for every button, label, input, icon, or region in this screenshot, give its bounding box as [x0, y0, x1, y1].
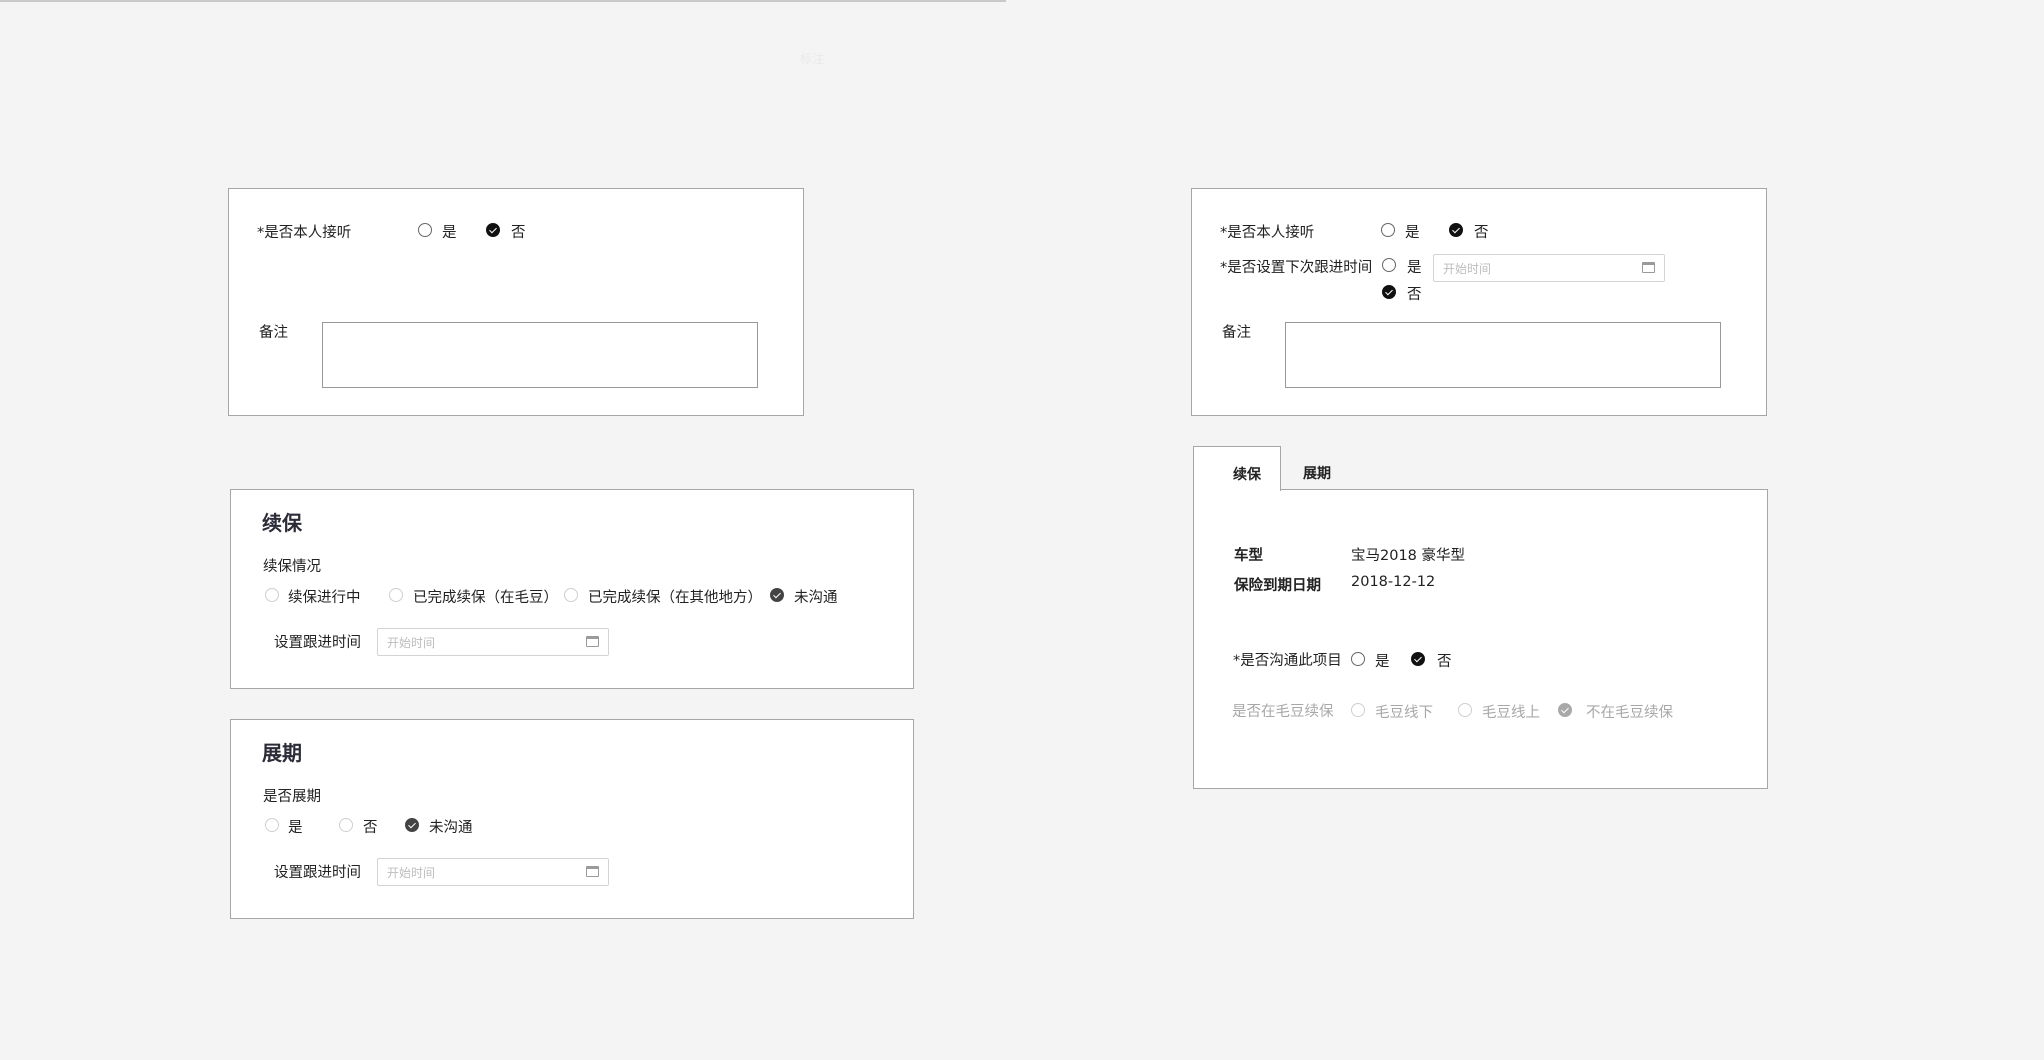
maodou-option-radio-selected[interactable]	[1558, 703, 1572, 717]
date-placeholder: 开始时间	[387, 636, 436, 650]
maodou-option-label: 毛豆线下	[1375, 705, 1433, 721]
renewal-title: 续保	[262, 511, 302, 535]
date-placeholder: 开始时间	[1443, 262, 1492, 276]
next-followup-no-radio[interactable]	[1382, 285, 1396, 299]
next-followup-yes-label: 是	[1407, 260, 1422, 276]
answer-no-radio[interactable]	[1449, 223, 1463, 237]
tab-renewal[interactable]: 续保	[1193, 446, 1281, 491]
car-model-value: 宝马2018 豪华型	[1351, 548, 1466, 564]
renewal-option-radio[interactable]	[265, 588, 279, 602]
renewal-option-radio[interactable]	[564, 588, 578, 602]
remark-label: 备注	[1222, 325, 1251, 341]
call-result-panel: *是否本人接听 是 否 备注	[228, 188, 804, 416]
renewal-status-label: 续保情况	[263, 559, 321, 575]
remark-textarea[interactable]	[1285, 322, 1721, 388]
extension-option-label: 未沟通	[429, 820, 473, 836]
date-placeholder: 开始时间	[387, 866, 436, 880]
extension-option-label: 否	[363, 820, 378, 836]
next-followup-yes-radio[interactable]	[1382, 258, 1396, 272]
answer-label: *是否本人接听	[257, 225, 352, 241]
communicate-no-radio[interactable]	[1411, 652, 1425, 666]
next-followup-date-picker[interactable]: 开始时间	[1433, 254, 1665, 282]
renewal-option-radio-selected[interactable]	[770, 588, 784, 602]
maodou-option-label: 不在毛豆续保	[1586, 705, 1673, 721]
renewal-card: 续保 续保情况 续保进行中 已完成续保（在毛豆） 已完成续保（在其他地方） 未沟…	[230, 489, 914, 689]
ghost-label: 标注	[800, 52, 825, 66]
answer-yes-radio[interactable]	[1381, 223, 1395, 237]
extension-option-radio[interactable]	[339, 818, 353, 832]
top-progress-line	[0, 0, 1006, 2]
answer-no-radio[interactable]	[486, 223, 500, 237]
calendar-icon	[1642, 262, 1655, 273]
extension-question-label: 是否展期	[263, 789, 321, 805]
renewal-option-label: 续保进行中	[288, 590, 361, 606]
renewal-option-label: 未沟通	[794, 590, 838, 606]
extension-option-label: 是	[288, 820, 303, 836]
extension-option-radio[interactable]	[265, 818, 279, 832]
maodou-option-radio[interactable]	[1458, 703, 1472, 717]
detail-panel: 车型 宝马2018 豪华型 保险到期日期 2018-12-12 *是否沟通此项目…	[1193, 489, 1768, 789]
communicate-label: *是否沟通此项目	[1233, 653, 1342, 669]
renewal-followup-label: 设置跟进时间	[274, 635, 361, 651]
answer-label: *是否本人接听	[1220, 225, 1315, 241]
expire-date-label: 保险到期日期	[1234, 578, 1321, 594]
calendar-icon	[586, 636, 599, 647]
extension-title: 展期	[262, 741, 302, 765]
maodou-renewal-label: 是否在毛豆续保	[1232, 704, 1334, 720]
renewal-followup-date-picker[interactable]: 开始时间	[377, 628, 609, 656]
extension-card: 展期 是否展期 是 否 未沟通 设置跟进时间 开始时间	[230, 719, 914, 919]
remark-label: 备注	[259, 325, 288, 341]
tab-renewal-label: 续保	[1233, 467, 1261, 483]
answer-yes-label: 是	[442, 225, 457, 241]
maodou-option-radio[interactable]	[1351, 703, 1365, 717]
communicate-no-label: 否	[1437, 654, 1452, 670]
renewal-option-label: 已完成续保（在其他地方）	[588, 590, 762, 606]
next-followup-no-label: 否	[1407, 287, 1422, 303]
extension-option-radio-selected[interactable]	[405, 818, 419, 832]
car-model-label: 车型	[1234, 548, 1263, 564]
communicate-yes-radio[interactable]	[1351, 652, 1365, 666]
maodou-option-label: 毛豆线上	[1482, 705, 1540, 721]
answer-yes-radio[interactable]	[418, 223, 432, 237]
extension-followup-date-picker[interactable]: 开始时间	[377, 858, 609, 886]
tab-extension[interactable]: 展期	[1303, 463, 1331, 483]
answer-yes-label: 是	[1405, 225, 1420, 241]
next-followup-label: *是否设置下次跟进时间	[1220, 260, 1373, 276]
answer-no-label: 否	[511, 225, 526, 241]
extension-followup-label: 设置跟进时间	[274, 865, 361, 881]
calendar-icon	[586, 866, 599, 877]
expire-date-value: 2018-12-12	[1351, 574, 1436, 590]
renewal-option-radio[interactable]	[389, 588, 403, 602]
call-result-panel-extended: *是否本人接听 是 否 *是否设置下次跟进时间 是 开始时间 否 备注	[1191, 188, 1767, 416]
remark-textarea[interactable]	[322, 322, 758, 388]
communicate-yes-label: 是	[1375, 654, 1390, 670]
renewal-option-label: 已完成续保（在毛豆）	[413, 590, 558, 606]
answer-no-label: 否	[1474, 225, 1489, 241]
